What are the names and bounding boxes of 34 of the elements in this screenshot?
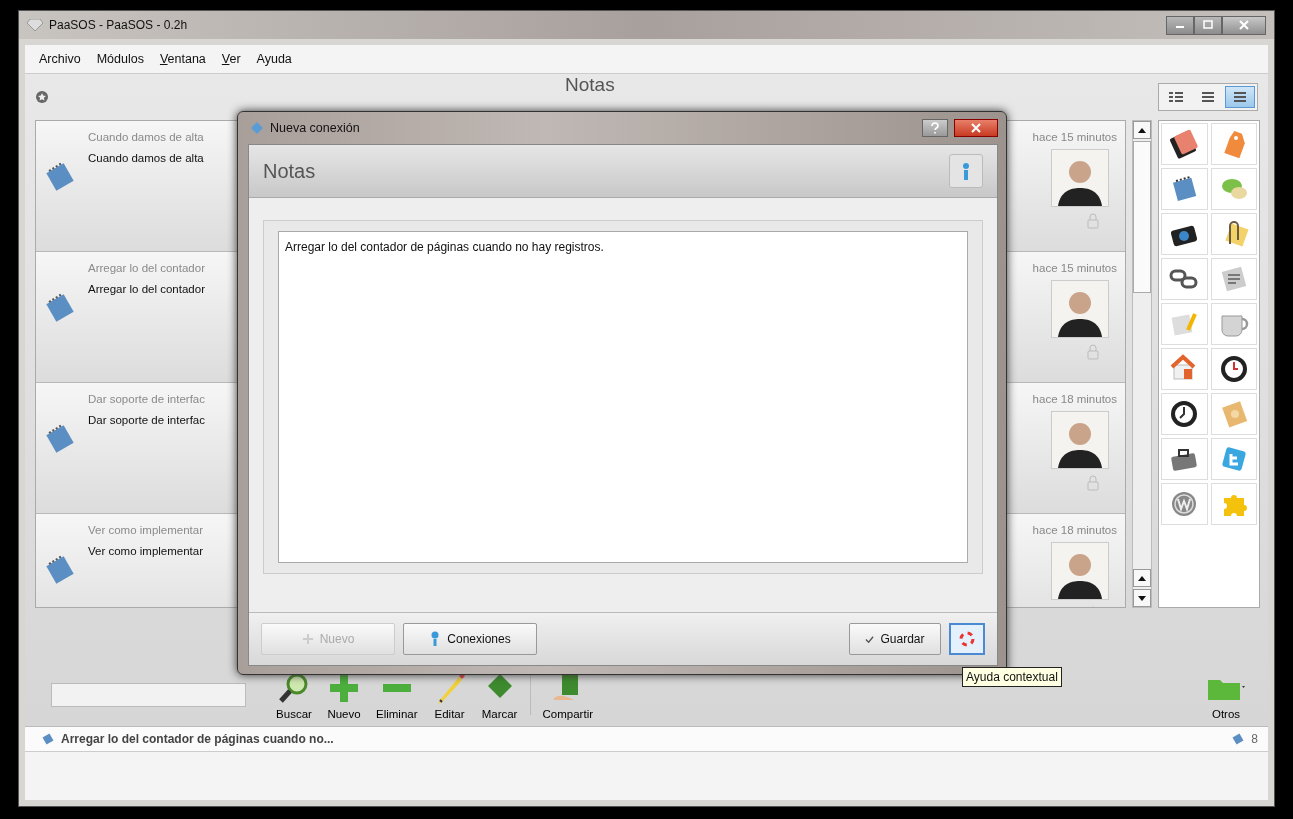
tooltip: Ayuda contextual xyxy=(962,667,1062,687)
page-title: Notas xyxy=(565,74,615,96)
note-text: Arregar lo del contador xyxy=(88,283,206,295)
toolbar-button[interactable]: Eliminar xyxy=(370,670,424,720)
status-text: Arregar lo del contador de páginas cuando no... xyxy=(61,732,334,746)
menu-item[interactable]: Ventana xyxy=(151,52,214,66)
toolbar-button[interactable]: Editar xyxy=(425,670,474,720)
note-time: hace 15 minutos xyxy=(1032,262,1117,274)
note-text-area[interactable]: Arregar lo del contador de páginas cuando no hay registros. xyxy=(278,231,968,563)
menu-item[interactable]: Ayuda xyxy=(248,52,300,66)
other-button[interactable]: Otros xyxy=(1198,670,1254,720)
menu-item[interactable]: Ver xyxy=(213,52,249,66)
note-summary: Cuando damos de alta xyxy=(88,131,205,143)
menu-item[interactable]: Archivo xyxy=(31,52,89,66)
note-time: hace 15 minutos xyxy=(1032,131,1117,143)
menu-item[interactable]: Módulos xyxy=(88,52,152,66)
note-summary: Dar soporte de interfac xyxy=(88,393,206,405)
note-text: Dar soporte de interfac xyxy=(88,414,206,426)
toolbar-button[interactable]: Compartir xyxy=(536,670,600,720)
note-count: 8 xyxy=(1251,732,1258,746)
note-text: Cuando damos de alta xyxy=(88,152,205,164)
connections-button[interactable]: Conexiones xyxy=(403,623,537,655)
dialog-title: Nueva conexión xyxy=(270,121,360,135)
note-summary: Ver como implementar xyxy=(88,524,205,536)
dialog-heading: Notas xyxy=(263,159,316,183)
note-text: Ver como implementar xyxy=(88,545,205,557)
note-time: hace 18 minutos xyxy=(1032,524,1117,536)
window-title: PaaSOS - PaaSOS - 0.2h xyxy=(49,18,188,32)
note-time: hace 18 minutos xyxy=(1032,393,1117,405)
note-summary: Arregar lo del contador xyxy=(88,262,206,274)
toolbar-button[interactable]: Buscar xyxy=(270,670,318,720)
save-button[interactable]: Guardar xyxy=(849,623,941,655)
toolbar-button[interactable]: Nuevo xyxy=(320,670,368,720)
toolbar-button[interactable]: Marcar xyxy=(475,670,524,720)
